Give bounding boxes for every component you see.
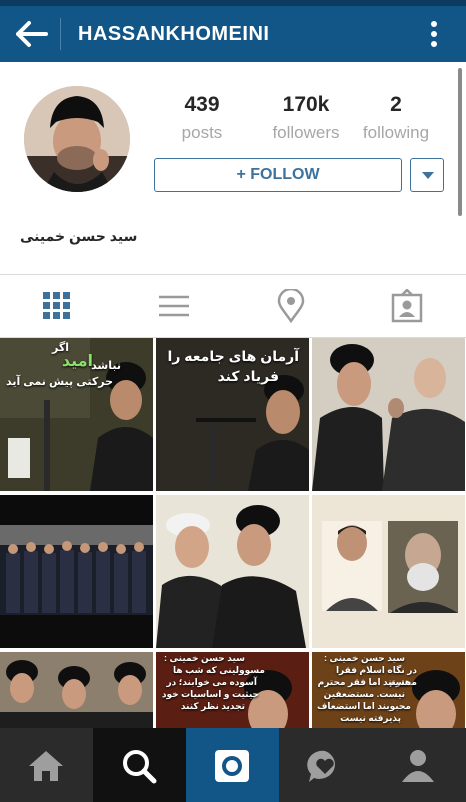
posts-label: posts — [181, 123, 223, 142]
posts-stat[interactable]: 439 posts — [152, 92, 252, 144]
grid-post[interactable]: اگر امید نباشد حرکتی پیش نمی آید — [0, 338, 153, 491]
post-caption-line: مسوولینی که شب ها — [173, 665, 265, 675]
post-caption-line: امید — [61, 353, 93, 370]
camera-icon[interactable] — [186, 728, 279, 802]
list-icon[interactable] — [157, 289, 191, 323]
bottom-navigation — [0, 728, 466, 802]
profile-full-name: سید حسن خمینی — [20, 228, 138, 244]
post-caption-line: نیست. مستضعفین — [323, 689, 405, 699]
followers-label: followers — [272, 123, 340, 142]
following-count: 2 — [390, 93, 402, 116]
post-caption-line: پذیرفته نیست — [340, 713, 401, 723]
following-label: following — [362, 123, 430, 142]
grid-post[interactable]: سید حسن خمینی : مسوولینی که شب ها آسوده … — [156, 652, 309, 728]
profile-view-tabs — [0, 275, 466, 337]
header-divider — [60, 18, 61, 50]
grid-post[interactable] — [312, 495, 465, 648]
posts-grid: اگر امید نباشد حرکتی پیش نمی آید آرمان ه… — [0, 338, 466, 728]
post-caption-line: نباشد — [91, 360, 121, 372]
grid-icon[interactable] — [40, 289, 74, 323]
post-caption-line: حیثیت و اساسیات خود — [161, 689, 259, 699]
avatar[interactable] — [24, 86, 130, 192]
top-app-bar: HASSANKHOMEINI — [0, 6, 466, 62]
profile-username: HASSANKHOMEINI — [78, 23, 270, 45]
following-stat[interactable]: 2 following — [346, 92, 446, 144]
follow-dropdown-button[interactable] — [410, 158, 444, 192]
post-caption-line: تجدید نظر کنند — [180, 701, 245, 711]
grid-post[interactable] — [156, 495, 309, 648]
grid-post[interactable] — [0, 495, 153, 648]
tagged-person-icon[interactable] — [390, 288, 424, 323]
profile-icon[interactable] — [372, 728, 465, 802]
grid-post[interactable]: آرمان های جامعه را فریاد کند — [156, 338, 309, 491]
post-caption-line: حرکتی پیش نمی آید — [5, 376, 113, 388]
posts-count: 439 — [184, 93, 220, 116]
follow-button[interactable]: + FOLLOW — [154, 158, 402, 192]
scroll-indicator[interactable] — [458, 68, 462, 216]
followers-stat[interactable]: 170k followers — [256, 92, 356, 144]
post-caption-line: محبوبند اما استضعاف — [316, 701, 411, 711]
post-caption-line: هستند اما فقر محترم — [317, 677, 411, 687]
followers-count: 170k — [282, 93, 330, 116]
post-caption-line: سید حسن خمینی : — [324, 653, 405, 663]
search-icon[interactable] — [93, 728, 186, 802]
grid-post[interactable] — [0, 652, 153, 728]
post-caption-line: سید حسن خمینی : — [164, 653, 245, 663]
grid-post[interactable] — [312, 338, 465, 491]
arrow-left-icon[interactable] — [14, 17, 50, 51]
activity-heart-icon[interactable] — [279, 728, 372, 802]
post-caption-line: فریاد کند — [217, 368, 279, 384]
more-vertical-icon[interactable] — [426, 18, 442, 52]
location-pin-icon[interactable] — [274, 287, 308, 324]
post-caption-line: آرمان های جامعه را — [167, 348, 299, 364]
home-icon[interactable] — [0, 728, 93, 802]
post-caption-line: آسوده می خوابند؛ در — [166, 677, 257, 687]
grid-post[interactable]: سید حسن خمینی : در نگاه اسلام فقرا محترم… — [312, 652, 465, 728]
